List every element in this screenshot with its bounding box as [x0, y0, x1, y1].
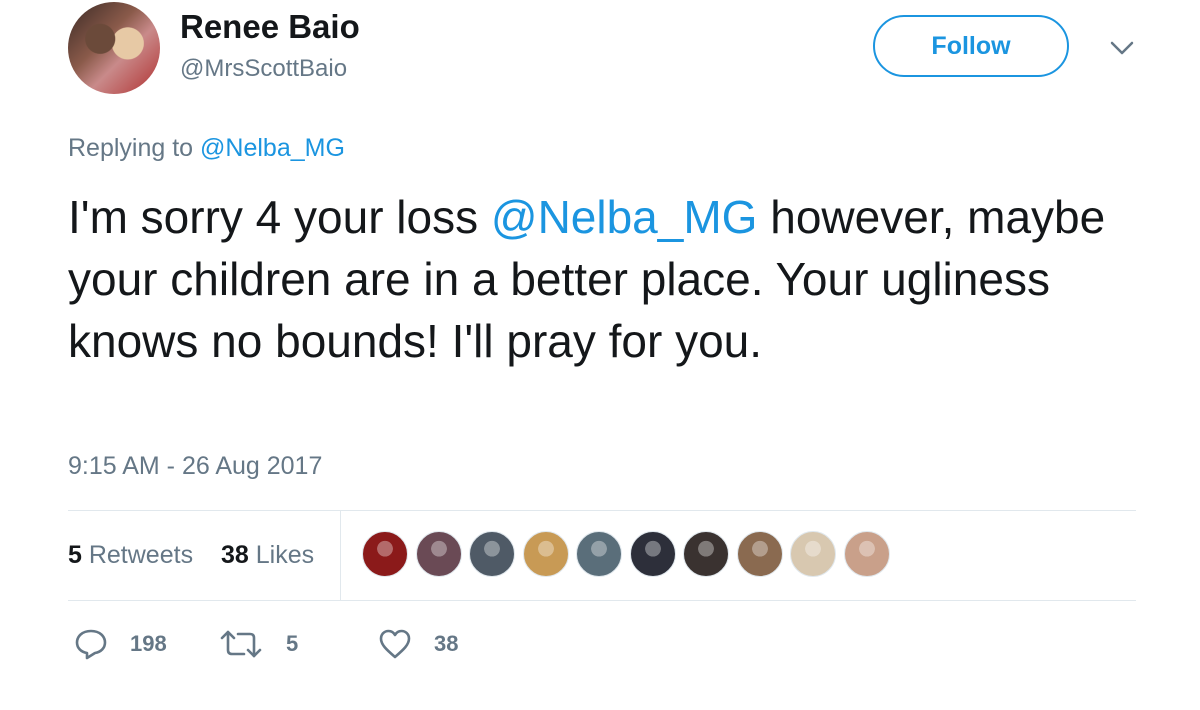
retweet-count: 5 — [286, 631, 299, 656]
divider-top — [68, 510, 1136, 511]
retweets-count: 5 — [68, 541, 82, 569]
divider-bottom — [68, 600, 1136, 601]
liker-avatar[interactable] — [790, 531, 836, 577]
retweets-label: Retweets — [81, 541, 194, 569]
tweet-text: I'm sorry 4 your loss @Nelba_MG however,… — [68, 186, 1148, 372]
liker-avatar[interactable] — [522, 531, 569, 577]
heart-icon — [379, 629, 411, 659]
reply-count: 198 — [130, 631, 167, 656]
likes-label: Likes — [248, 541, 315, 569]
liker-avatar[interactable] — [843, 531, 890, 577]
likers-avatar-list — [362, 531, 897, 579]
retweet-action[interactable]: 5 — [218, 628, 298, 660]
chevron-down-icon[interactable] — [1108, 38, 1136, 58]
liker-avatar[interactable] — [469, 531, 515, 577]
user-display-name[interactable]: Renee Baio — [180, 8, 360, 46]
replying-mention-link[interactable]: @Nelba_MG — [200, 134, 345, 162]
liker-avatar[interactable] — [415, 531, 462, 577]
tweet-mention-link[interactable]: @Nelba_MG — [491, 191, 758, 243]
stats-separator — [340, 511, 341, 600]
liker-avatar[interactable] — [629, 531, 676, 577]
liker-avatar[interactable] — [736, 531, 783, 577]
liker-avatar[interactable] — [362, 531, 408, 577]
liker-avatar[interactable] — [683, 531, 729, 577]
replying-prefix: Replying to — [68, 134, 201, 162]
reply-action[interactable]: 198 — [74, 628, 167, 660]
likes-count: 38 — [221, 541, 249, 569]
tweet-text-part1: I'm sorry 4 your loss — [68, 191, 491, 243]
tweet-timestamp[interactable]: 9:15 AM - 26 Aug 2017 — [68, 452, 322, 481]
user-avatar[interactable] — [68, 2, 160, 94]
follow-button[interactable]: Follow — [873, 15, 1069, 77]
reply-icon — [75, 629, 107, 660]
retweet-icon — [220, 630, 262, 658]
like-action[interactable]: 38 — [378, 628, 458, 660]
liker-avatar[interactable] — [576, 531, 622, 577]
likes-stat[interactable]: 38 Likes — [221, 541, 314, 570]
user-handle[interactable]: @MrsScottBaio — [180, 55, 347, 83]
replying-to: Replying to @Nelba_MG — [68, 134, 345, 163]
like-count: 38 — [434, 631, 459, 656]
retweets-stat[interactable]: 5 Retweets — [68, 541, 193, 570]
